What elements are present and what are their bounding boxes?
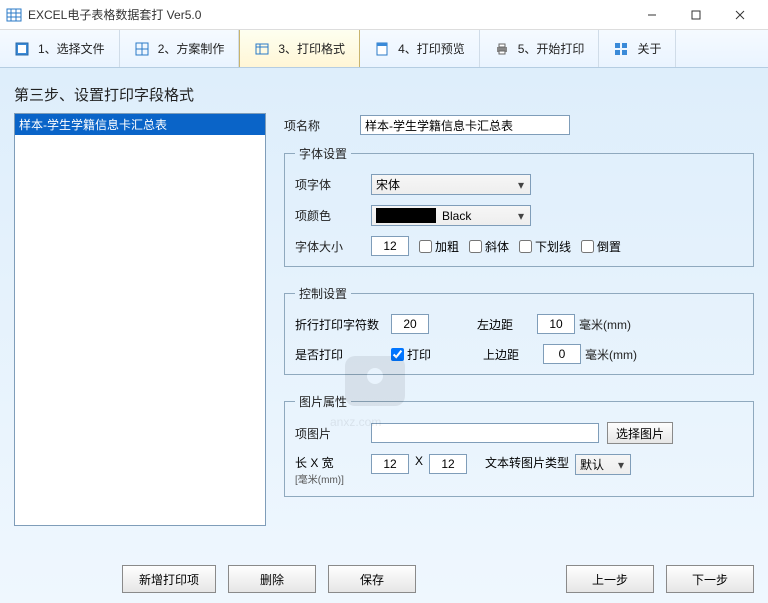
size-input[interactable] (371, 236, 409, 256)
color-swatch (376, 208, 436, 223)
step-title: 第三步、设置打印字段格式 (14, 84, 754, 105)
ctrl-legend: 控制设置 (295, 285, 351, 302)
img-label: 项图片 (295, 425, 371, 442)
left-label: 左边距 (477, 316, 537, 333)
unit-mm: 毫米(mm) (585, 346, 637, 363)
maximize-button[interactable] (674, 1, 718, 29)
lw-sublabel: [毫米(mm)] (295, 471, 371, 486)
save-button[interactable]: 保存 (328, 565, 416, 593)
tab-preview[interactable]: 4、打印预览 (360, 30, 480, 67)
x-sep: X (415, 454, 423, 468)
unit-mm: 毫米(mm) (579, 316, 631, 333)
left-input[interactable] (537, 314, 575, 334)
color-label: 项颜色 (295, 207, 371, 224)
add-button[interactable]: 新增打印项 (122, 565, 216, 593)
control-settings: 控制设置 折行打印字符数 左边距 毫米(mm) 是否打印 打印 上边距 毫米(m… (284, 285, 754, 375)
tab-plan[interactable]: 2、方案制作 (120, 30, 240, 67)
underline-check[interactable]: 下划线 (519, 238, 571, 255)
format-icon (254, 41, 270, 57)
font-select[interactable]: 宋体 (371, 174, 531, 195)
file-icon (14, 41, 30, 57)
font-legend: 字体设置 (295, 145, 351, 162)
wrap-input[interactable] (391, 314, 429, 334)
txt2img-label: 文本转图片类型 (485, 454, 569, 471)
field-list[interactable]: 样本-学生学籍信息卡汇总表 (14, 113, 266, 526)
lw-label: 长 X 宽 (295, 454, 371, 471)
tab-label: 1、选择文件 (38, 40, 105, 57)
img-path-input[interactable] (371, 423, 599, 443)
top-input[interactable] (543, 344, 581, 364)
print-label: 是否打印 (295, 346, 391, 363)
tab-label: 关于 (637, 40, 661, 57)
font-settings: 字体设置 项字体 宋体 项颜色 Black 字体大小 加粗 斜体 (284, 145, 754, 267)
name-label: 项名称 (284, 117, 360, 134)
tab-select-file[interactable]: 1、选择文件 (0, 30, 120, 67)
size-label: 字体大小 (295, 238, 371, 255)
next-button[interactable]: 下一步 (666, 565, 754, 593)
width-input[interactable] (429, 454, 467, 474)
tab-start-print[interactable]: 5、开始打印 (480, 30, 600, 67)
bottom-bar: 新增打印项 删除 保存 上一步 下一步 (14, 565, 754, 593)
select-image-button[interactable]: 选择图片 (607, 422, 673, 444)
img-legend: 图片属性 (295, 393, 351, 410)
delete-button[interactable]: 删除 (228, 565, 316, 593)
app-icon (6, 7, 22, 23)
font-label: 项字体 (295, 176, 371, 193)
tab-label: 3、打印格式 (278, 40, 345, 57)
wrap-label: 折行打印字符数 (295, 316, 391, 333)
list-item[interactable]: 样本-学生学籍信息卡汇总表 (15, 114, 265, 135)
preview-icon (374, 41, 390, 57)
prev-button[interactable]: 上一步 (566, 565, 654, 593)
close-button[interactable] (718, 1, 762, 29)
tab-about[interactable]: 关于 (599, 30, 676, 67)
settings-panel: 项名称 字体设置 项字体 宋体 项颜色 Black 字体大小 (284, 113, 754, 526)
length-input[interactable] (371, 454, 409, 474)
print-check[interactable]: 打印 (391, 346, 431, 363)
toolbar: 1、选择文件 2、方案制作 3、打印格式 4、打印预览 5、开始打印 关于 (0, 30, 768, 68)
name-input[interactable] (360, 115, 570, 135)
grid-icon (134, 41, 150, 57)
titlebar: EXCEL电子表格数据套打 Ver5.0 (0, 0, 768, 30)
minimize-button[interactable] (630, 1, 674, 29)
image-settings: 图片属性 项图片 选择图片 长 X 宽 [毫米(mm)] X 文本转图片类型 默… (284, 393, 754, 497)
window-title: EXCEL电子表格数据套打 Ver5.0 (28, 6, 630, 23)
printer-icon (494, 41, 510, 57)
tab-label: 5、开始打印 (518, 40, 585, 57)
tab-label: 4、打印预览 (398, 40, 465, 57)
main-panel: 第三步、设置打印字段格式 样本-学生学籍信息卡汇总表 项名称 字体设置 项字体 … (0, 68, 768, 603)
reverse-check[interactable]: 倒置 (581, 238, 621, 255)
about-icon (613, 41, 629, 57)
tab-label: 2、方案制作 (158, 40, 225, 57)
bold-check[interactable]: 加粗 (419, 238, 459, 255)
tab-print-format[interactable]: 3、打印格式 (239, 30, 360, 67)
italic-check[interactable]: 斜体 (469, 238, 509, 255)
top-label: 上边距 (483, 346, 543, 363)
color-select[interactable]: Black (371, 205, 531, 226)
txt2img-select[interactable]: 默认 (575, 454, 631, 475)
